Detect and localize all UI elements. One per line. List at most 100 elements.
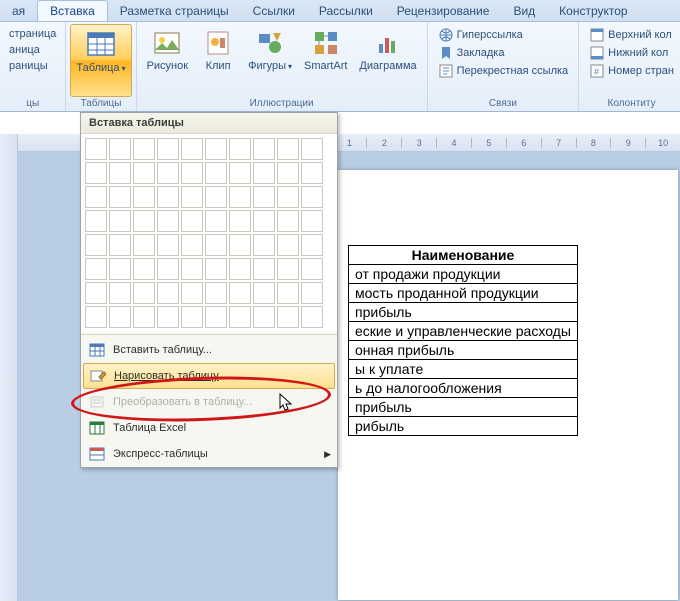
hyperlink-button[interactable]: Гиперссылка [434, 26, 573, 44]
grid-cell[interactable] [157, 234, 179, 256]
grid-cell[interactable] [253, 234, 275, 256]
grid-cell[interactable] [133, 306, 155, 328]
grid-cell[interactable] [253, 306, 275, 328]
grid-cell[interactable] [229, 282, 251, 304]
crossref-button[interactable]: Перекрестная ссылка [434, 62, 573, 80]
insert-table-item[interactable]: Вставить таблицу... [81, 337, 337, 363]
grid-cell[interactable] [253, 162, 275, 184]
tab-review[interactable]: Рецензирование [385, 1, 502, 21]
tab-references[interactable]: Ссылки [241, 1, 307, 21]
grid-cell[interactable] [229, 234, 251, 256]
grid-cell[interactable] [301, 138, 323, 160]
grid-cell[interactable] [253, 210, 275, 232]
smartart-button[interactable]: SmartArt [298, 24, 353, 97]
table-size-grid[interactable] [81, 134, 337, 332]
grid-cell[interactable] [109, 258, 131, 280]
grid-cell[interactable] [205, 258, 227, 280]
quick-tables-item[interactable]: Экспресс-таблицы ▶ [81, 441, 337, 467]
page-break[interactable]: раницы [6, 58, 59, 74]
tab-mailings[interactable]: Рассылки [307, 1, 385, 21]
tab-page-layout[interactable]: Разметка страницы [108, 1, 241, 21]
grid-cell[interactable] [229, 258, 251, 280]
grid-cell[interactable] [277, 234, 299, 256]
table-button[interactable]: Таблица▾ [70, 24, 131, 97]
grid-cell[interactable] [205, 186, 227, 208]
cover-page[interactable]: страница [6, 26, 59, 42]
grid-cell[interactable] [109, 282, 131, 304]
grid-cell[interactable] [301, 210, 323, 232]
grid-cell[interactable] [277, 210, 299, 232]
grid-cell[interactable] [301, 282, 323, 304]
grid-cell[interactable] [277, 306, 299, 328]
grid-cell[interactable] [157, 258, 179, 280]
table-row[interactable]: рибыль [349, 417, 578, 436]
grid-cell[interactable] [133, 162, 155, 184]
grid-cell[interactable] [181, 138, 203, 160]
grid-cell[interactable] [181, 282, 203, 304]
grid-cell[interactable] [133, 282, 155, 304]
grid-cell[interactable] [277, 186, 299, 208]
grid-cell[interactable] [157, 162, 179, 184]
grid-cell[interactable] [157, 210, 179, 232]
grid-cell[interactable] [157, 186, 179, 208]
document-table[interactable]: Наименование от продажи продукции мость … [348, 245, 578, 436]
grid-cell[interactable] [229, 210, 251, 232]
grid-cell[interactable] [85, 210, 107, 232]
grid-cell[interactable] [85, 138, 107, 160]
grid-cell[interactable] [229, 138, 251, 160]
grid-cell[interactable] [133, 138, 155, 160]
grid-cell[interactable] [133, 258, 155, 280]
grid-cell[interactable] [181, 186, 203, 208]
grid-cell[interactable] [205, 234, 227, 256]
grid-cell[interactable] [277, 138, 299, 160]
grid-cell[interactable] [205, 210, 227, 232]
grid-cell[interactable] [301, 258, 323, 280]
page-number-button[interactable]: #Номер стран [585, 62, 678, 80]
grid-cell[interactable] [205, 306, 227, 328]
draw-table-item[interactable]: Нарисовать таблицу [83, 363, 335, 389]
blank-page[interactable]: аница [6, 42, 59, 58]
grid-cell[interactable] [301, 234, 323, 256]
grid-cell[interactable] [277, 258, 299, 280]
grid-cell[interactable] [85, 234, 107, 256]
clip-button[interactable]: Клип [194, 24, 242, 97]
tab-design[interactable]: Конструктор [547, 1, 639, 21]
table-row[interactable]: ы к уплате [349, 360, 578, 379]
grid-cell[interactable] [85, 258, 107, 280]
document-page[interactable]: Наименование от продажи продукции мость … [338, 170, 678, 600]
grid-cell[interactable] [85, 186, 107, 208]
table-row[interactable]: еские и управленческие расходы [349, 322, 578, 341]
grid-cell[interactable] [85, 306, 107, 328]
tab-insert[interactable]: Вставка [37, 0, 108, 21]
grid-cell[interactable] [181, 306, 203, 328]
bookmark-button[interactable]: Закладка [434, 44, 573, 62]
grid-cell[interactable] [277, 282, 299, 304]
vertical-ruler[interactable] [0, 134, 18, 601]
table-row[interactable]: прибыль [349, 398, 578, 417]
grid-cell[interactable] [277, 162, 299, 184]
grid-cell[interactable] [181, 234, 203, 256]
excel-table-item[interactable]: Таблица Excel [81, 415, 337, 441]
grid-cell[interactable] [85, 282, 107, 304]
grid-cell[interactable] [157, 138, 179, 160]
grid-cell[interactable] [229, 306, 251, 328]
grid-cell[interactable] [109, 162, 131, 184]
grid-cell[interactable] [109, 186, 131, 208]
chart-button[interactable]: Диаграмма [353, 24, 422, 97]
grid-cell[interactable] [133, 186, 155, 208]
grid-cell[interactable] [109, 210, 131, 232]
grid-cell[interactable] [157, 306, 179, 328]
grid-cell[interactable] [157, 282, 179, 304]
grid-cell[interactable] [205, 282, 227, 304]
shapes-button[interactable]: Фигуры▾ [242, 24, 298, 97]
grid-cell[interactable] [85, 162, 107, 184]
grid-cell[interactable] [301, 162, 323, 184]
table-row[interactable]: мость проданной продукции [349, 284, 578, 303]
grid-cell[interactable] [253, 186, 275, 208]
grid-cell[interactable] [133, 210, 155, 232]
grid-cell[interactable] [301, 186, 323, 208]
grid-cell[interactable] [181, 210, 203, 232]
grid-cell[interactable] [253, 138, 275, 160]
grid-cell[interactable] [205, 138, 227, 160]
tab-view[interactable]: Вид [501, 1, 547, 21]
